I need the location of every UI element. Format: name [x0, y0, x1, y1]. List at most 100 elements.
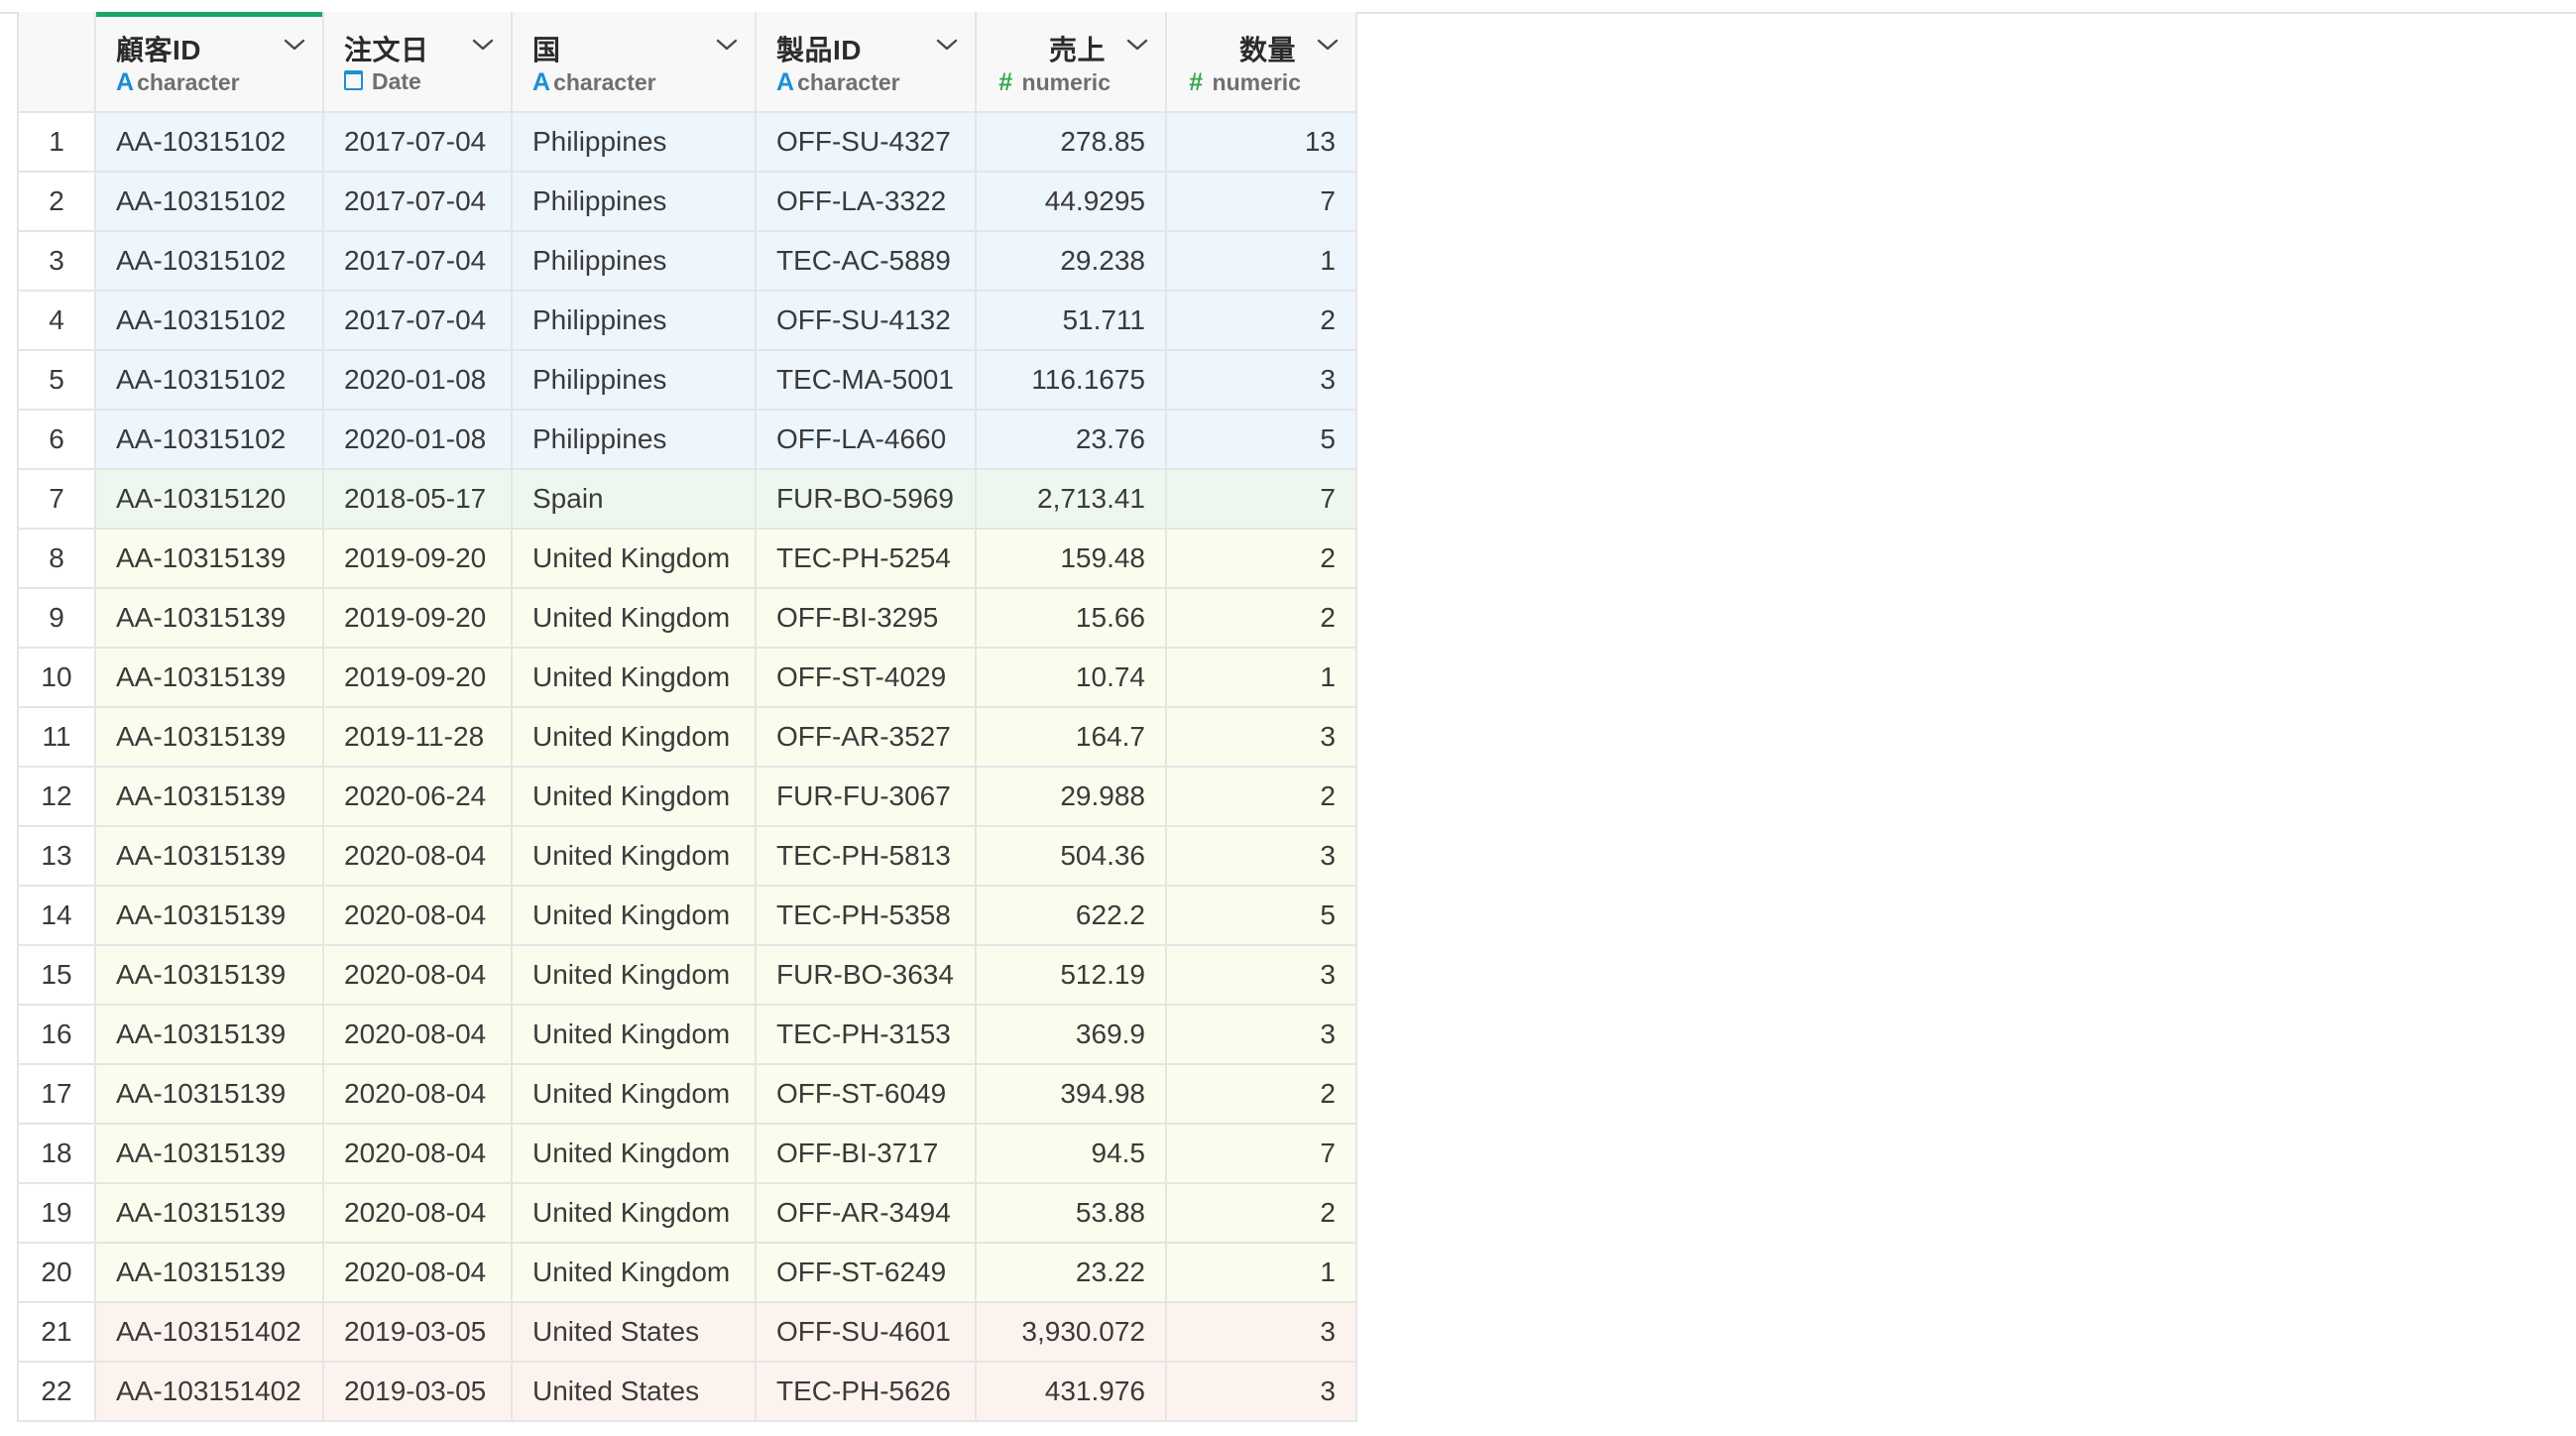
chevron-down-icon[interactable]	[471, 37, 495, 53]
cell-sales[interactable]: 622.2	[976, 886, 1167, 946]
cell-quantity[interactable]: 2	[1166, 1183, 1357, 1244]
cell-quantity[interactable]: 2	[1166, 588, 1357, 649]
cell-product-id[interactable]: TEC-AC-5889	[756, 231, 977, 292]
cell-customer-id[interactable]: AA-10315139	[95, 886, 324, 946]
cell-customer-id[interactable]: AA-10315102	[95, 112, 324, 173]
cell-sales[interactable]: 431.976	[976, 1362, 1167, 1422]
cell-sales[interactable]: 53.88	[976, 1183, 1167, 1244]
cell-country[interactable]: United Kingdom	[512, 529, 757, 589]
cell-order-date[interactable]: 2020-08-04	[323, 1005, 513, 1065]
cell-order-date[interactable]: 2019-09-20	[323, 529, 513, 589]
cell-product-id[interactable]: OFF-ST-4029	[756, 648, 977, 708]
cell-customer-id[interactable]: AA-10315102	[95, 350, 324, 411]
cell-sales[interactable]: 504.36	[976, 826, 1167, 887]
cell-sales[interactable]: 159.48	[976, 529, 1167, 589]
cell-customer-id[interactable]: AA-10315139	[95, 648, 324, 708]
table-row[interactable]: 14 AA-10315139 2020-08-04 United Kingdom TEC…	[17, 886, 1357, 946]
cell-order-date[interactable]: 2019-03-05	[323, 1302, 513, 1363]
cell-product-id[interactable]: OFF-LA-3322	[756, 172, 977, 232]
cell-sales[interactable]: 10.74	[976, 648, 1167, 708]
table-row[interactable]: 21 AA-103151402 2019-03-05 United States OFF…	[17, 1302, 1357, 1363]
cell-product-id[interactable]: FUR-BO-3634	[756, 945, 977, 1006]
cell-country[interactable]: Spain	[512, 469, 757, 530]
table-row[interactable]: 16 AA-10315139 2020-08-04 United Kingdom TEC…	[17, 1005, 1357, 1065]
cell-quantity[interactable]: 7	[1166, 1124, 1357, 1184]
column-header-sales[interactable]: 売上 # numeric	[976, 12, 1167, 113]
cell-customer-id[interactable]: AA-10315102	[95, 172, 324, 232]
cell-sales[interactable]: 3,930.072	[976, 1302, 1167, 1363]
cell-product-id[interactable]: OFF-BI-3717	[756, 1124, 977, 1184]
cell-sales[interactable]: 2,713.41	[976, 469, 1167, 530]
cell-order-date[interactable]: 2019-09-20	[323, 588, 513, 649]
cell-order-date[interactable]: 2020-08-04	[323, 1064, 513, 1125]
cell-quantity[interactable]: 2	[1166, 291, 1357, 351]
cell-product-id[interactable]: FUR-BO-5969	[756, 469, 977, 530]
cell-order-date[interactable]: 2020-08-04	[323, 1183, 513, 1244]
cell-country[interactable]: United States	[512, 1302, 757, 1363]
cell-quantity[interactable]: 13	[1166, 112, 1357, 173]
cell-order-date[interactable]: 2020-08-04	[323, 886, 513, 946]
cell-quantity[interactable]: 7	[1166, 172, 1357, 232]
table-row[interactable]: 13 AA-10315139 2020-08-04 United Kingdom TEC…	[17, 826, 1357, 887]
cell-customer-id[interactable]: AA-10315139	[95, 707, 324, 768]
table-row[interactable]: 12 AA-10315139 2020-06-24 United Kingdom FUR…	[17, 767, 1357, 827]
cell-country[interactable]: Philippines	[512, 410, 757, 470]
cell-sales[interactable]: 94.5	[976, 1124, 1167, 1184]
cell-customer-id[interactable]: AA-10315139	[95, 588, 324, 649]
cell-quantity[interactable]: 1	[1166, 648, 1357, 708]
cell-order-date[interactable]: 2020-08-04	[323, 1243, 513, 1303]
table-row[interactable]: 17 AA-10315139 2020-08-04 United Kingdom OFF…	[17, 1064, 1357, 1125]
column-header-product-id[interactable]: 製品ID Acharacter	[756, 12, 977, 113]
chevron-down-icon[interactable]	[283, 37, 306, 53]
cell-quantity[interactable]: 3	[1166, 1005, 1357, 1065]
column-header-quantity[interactable]: 数量 # numeric	[1166, 12, 1357, 113]
cell-customer-id[interactable]: AA-103151402	[95, 1302, 324, 1363]
cell-quantity[interactable]: 5	[1166, 886, 1357, 946]
cell-order-date[interactable]: 2017-07-04	[323, 172, 513, 232]
table-row[interactable]: 10 AA-10315139 2019-09-20 United Kingdom OFF…	[17, 648, 1357, 708]
cell-quantity[interactable]: 5	[1166, 410, 1357, 470]
cell-sales[interactable]: 394.98	[976, 1064, 1167, 1125]
table-row[interactable]: 11 AA-10315139 2019-11-28 United Kingdom OFF…	[17, 707, 1357, 768]
cell-product-id[interactable]: OFF-ST-6249	[756, 1243, 977, 1303]
cell-country[interactable]: United Kingdom	[512, 707, 757, 768]
cell-order-date[interactable]: 2020-08-04	[323, 945, 513, 1006]
cell-sales[interactable]: 369.9	[976, 1005, 1167, 1065]
cell-order-date[interactable]: 2020-08-04	[323, 826, 513, 887]
cell-quantity[interactable]: 3	[1166, 945, 1357, 1006]
cell-order-date[interactable]: 2018-05-17	[323, 469, 513, 530]
cell-country[interactable]: United Kingdom	[512, 945, 757, 1006]
cell-order-date[interactable]: 2017-07-04	[323, 112, 513, 173]
cell-country[interactable]: United Kingdom	[512, 1064, 757, 1125]
cell-sales[interactable]: 116.1675	[976, 350, 1167, 411]
cell-country[interactable]: United Kingdom	[512, 826, 757, 887]
cell-product-id[interactable]: OFF-LA-4660	[756, 410, 977, 470]
table-row[interactable]: 19 AA-10315139 2020-08-04 United Kingdom OFF…	[17, 1183, 1357, 1244]
cell-quantity[interactable]: 7	[1166, 469, 1357, 530]
cell-country[interactable]: United Kingdom	[512, 648, 757, 708]
table-row[interactable]: 18 AA-10315139 2020-08-04 United Kingdom OFF…	[17, 1124, 1357, 1184]
cell-customer-id[interactable]: AA-10315139	[95, 1183, 324, 1244]
cell-country[interactable]: United Kingdom	[512, 1005, 757, 1065]
cell-product-id[interactable]: OFF-SU-4327	[756, 112, 977, 173]
cell-order-date[interactable]: 2019-03-05	[323, 1362, 513, 1422]
cell-order-date[interactable]: 2017-07-04	[323, 231, 513, 292]
cell-sales[interactable]: 164.7	[976, 707, 1167, 768]
table-row[interactable]: 7 AA-10315120 2018-05-17 Spain FUR-BO-5969 2,…	[17, 469, 1357, 530]
cell-country[interactable]: United Kingdom	[512, 1183, 757, 1244]
cell-customer-id[interactable]: AA-10315139	[95, 826, 324, 887]
cell-product-id[interactable]: OFF-ST-6049	[756, 1064, 977, 1125]
cell-customer-id[interactable]: AA-10315139	[95, 1243, 324, 1303]
table-row[interactable]: 3 AA-10315102 2017-07-04 Philippines TEC-AC-…	[17, 231, 1357, 292]
cell-quantity[interactable]: 2	[1166, 1064, 1357, 1125]
cell-customer-id[interactable]: AA-10315139	[95, 1064, 324, 1125]
cell-customer-id[interactable]: AA-10315102	[95, 231, 324, 292]
chevron-down-icon[interactable]	[1125, 37, 1149, 53]
cell-product-id[interactable]: OFF-SU-4601	[756, 1302, 977, 1363]
cell-country[interactable]: United Kingdom	[512, 886, 757, 946]
table-row[interactable]: 20 AA-10315139 2020-08-04 United Kingdom OFF…	[17, 1243, 1357, 1303]
cell-customer-id[interactable]: AA-10315120	[95, 469, 324, 530]
cell-product-id[interactable]: OFF-SU-4132	[756, 291, 977, 351]
cell-sales[interactable]: 23.76	[976, 410, 1167, 470]
cell-product-id[interactable]: TEC-MA-5001	[756, 350, 977, 411]
